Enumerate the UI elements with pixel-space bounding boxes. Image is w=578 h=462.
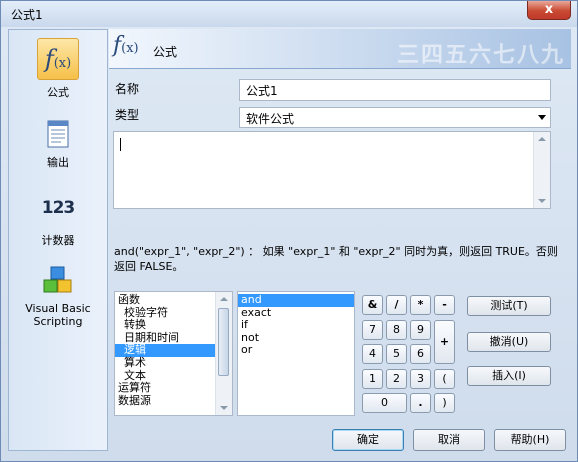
close-icon: x	[544, 2, 554, 17]
list-item-selected[interactable]: and	[238, 293, 354, 307]
list-item[interactable]: 转换	[115, 319, 216, 332]
undo-button[interactable]: 撤消(U)	[467, 332, 551, 352]
close-button[interactable]: x	[527, 1, 571, 20]
fx-icon: f(x)	[113, 33, 139, 58]
type-select[interactable]: 软件公式	[239, 107, 551, 128]
list-item[interactable]: 算术	[115, 356, 216, 370]
list-item[interactable]: not	[238, 331, 354, 345]
list-item[interactable]: if	[238, 319, 354, 332]
header-decoration: 三四五六七八九	[396, 43, 565, 68]
sidebar-item-label: 公式	[47, 86, 69, 99]
list-item[interactable]: 函数	[115, 293, 216, 307]
key-3[interactable]: 3	[410, 369, 431, 389]
fx-icon: f(x)	[37, 38, 79, 80]
scroll-up-arrow-icon[interactable]	[538, 137, 546, 141]
key-0[interactable]: 0	[362, 393, 407, 413]
key-2[interactable]: 2	[386, 369, 407, 389]
key-divide[interactable]: /	[386, 295, 407, 315]
scroll-up-arrow-icon[interactable]	[220, 297, 228, 301]
scroll-thumb[interactable]	[218, 308, 229, 376]
key-7[interactable]: 7	[362, 320, 383, 340]
sidebar-item-label: 计数器	[41, 234, 75, 247]
key-9[interactable]: 9	[410, 320, 431, 340]
key-5[interactable]: 5	[386, 344, 407, 364]
help-button[interactable]: 帮助(H)	[494, 429, 566, 451]
cancel-button[interactable]: 取消	[413, 429, 485, 451]
sidebar-item-vbscript[interactable]: Visual Basic Scripting	[9, 264, 107, 328]
scroll-down-arrow-icon[interactable]	[220, 406, 228, 410]
title-bar[interactable]: 公式1 x	[1, 1, 577, 27]
text-caret	[120, 138, 121, 151]
insert-button[interactable]: 插入(I)	[467, 366, 551, 386]
key-plus[interactable]: +	[434, 320, 455, 364]
sidebar-item-label: 输出	[47, 156, 69, 169]
function-list[interactable]: and exact if not or	[237, 291, 355, 416]
key-8[interactable]: 8	[386, 320, 407, 340]
vb-blocks-icon	[38, 264, 78, 298]
sidebar-item-label: Visual Basic Scripting	[25, 302, 91, 328]
counter-icon: 123	[41, 198, 76, 218]
type-label: 类型	[115, 108, 140, 122]
key-4[interactable]: 4	[362, 344, 383, 364]
section-title: 公式	[153, 45, 178, 59]
section-header: f(x) 公式 三四五六七八九	[109, 29, 571, 69]
sidebar-item-formula[interactable]: f(x) 公式	[9, 38, 107, 100]
chevron-down-icon[interactable]	[538, 115, 546, 120]
test-button[interactable]: 测试(T)	[467, 296, 551, 316]
scroll-down-arrow-icon[interactable]	[538, 199, 546, 203]
category-scrollbar[interactable]	[215, 292, 232, 415]
type-select-value: 软件公式	[246, 112, 295, 126]
category-list[interactable]: 函数 校验字符 转换 日期和时间 逻辑 算术 文本 运算符 数据源	[114, 291, 233, 416]
list-item[interactable]: 运算符	[115, 382, 216, 395]
sidebar: f(x) 公式 输出 123 计数器 Visual Basic Scriptin…	[8, 29, 108, 451]
function-description: and("expr_1", "expr_2") ： 如果 "expr_1" 和 …	[114, 245, 558, 273]
key-ampersand[interactable]: &	[362, 295, 383, 315]
key-1[interactable]: 1	[362, 369, 383, 389]
ok-button[interactable]: 确定	[332, 429, 404, 451]
name-field[interactable]: 公式1	[239, 79, 551, 101]
key-open-paren[interactable]: (	[434, 369, 455, 389]
document-icon	[43, 118, 73, 150]
key-close-paren[interactable]: )	[434, 393, 455, 413]
key-multiply[interactable]: *	[410, 295, 431, 315]
name-label: 名称	[115, 82, 140, 96]
key-dot[interactable]: .	[410, 393, 431, 413]
key-6[interactable]: 6	[410, 344, 431, 364]
window-title: 公式1	[11, 8, 43, 22]
list-item[interactable]: or	[238, 344, 354, 357]
expression-editor[interactable]	[113, 131, 551, 209]
sidebar-item-counter[interactable]: 123 计数器	[9, 196, 107, 248]
list-item[interactable]: 数据源	[115, 394, 216, 408]
expression-scrollbar[interactable]	[533, 132, 550, 208]
key-minus[interactable]: -	[434, 295, 455, 315]
sidebar-item-output[interactable]: 输出	[9, 118, 107, 170]
list-item[interactable]: exact	[238, 306, 354, 320]
formula-dialog: 公式1 x f(x) 公式 输出 123 计数器 Visual Basic Sc…	[0, 0, 578, 462]
